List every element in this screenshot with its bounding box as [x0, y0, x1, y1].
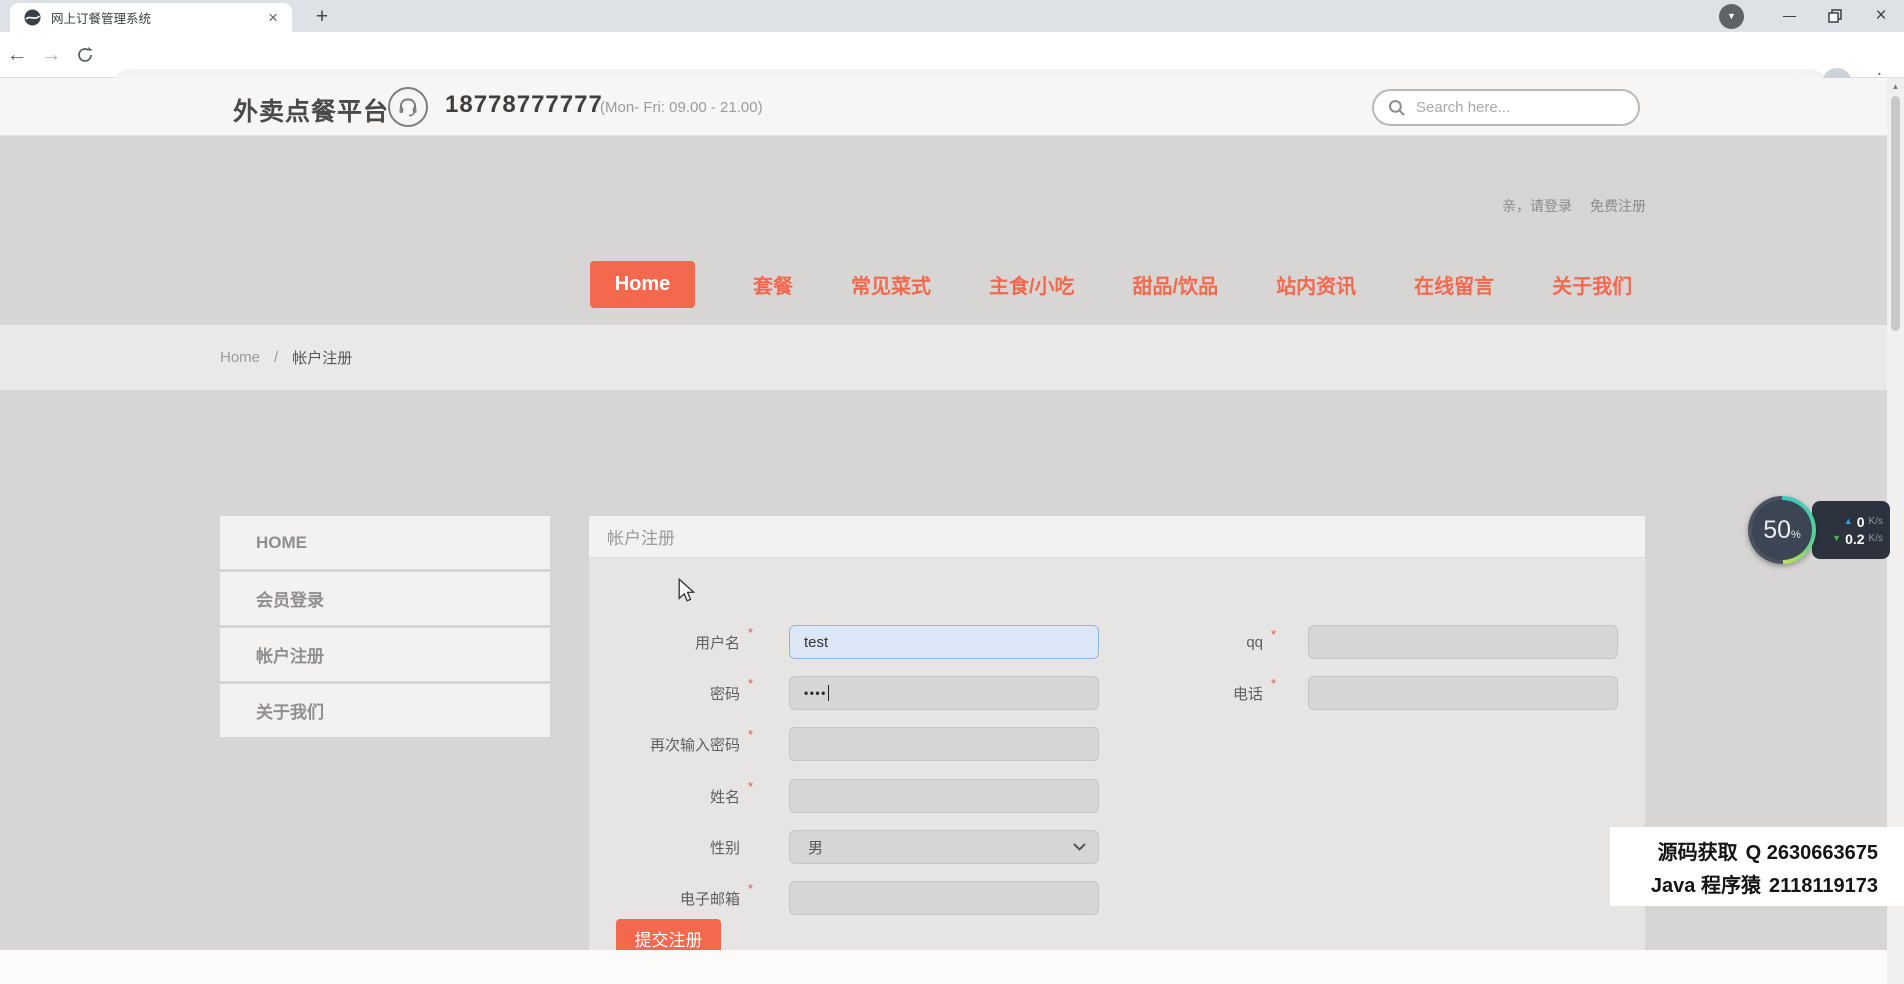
required-asterisk: * [1271, 627, 1276, 642]
form-row-email: 电子邮箱* [589, 881, 1099, 915]
phone-number: 18778777777 [445, 91, 603, 119]
telephone-input[interactable] [1308, 676, 1618, 710]
progress-ring[interactable]: 50 % [1748, 496, 1816, 564]
download-speed-row: ▼ 0.2 K/s [1812, 532, 1883, 546]
form-row-telephone: 电话* [1078, 676, 1618, 710]
text-caret [828, 685, 829, 701]
reload-button[interactable] [68, 46, 102, 64]
upload-speed-row: ▲ 0 K/s [1812, 515, 1883, 529]
upload-arrow-icon: ▲ [1844, 517, 1853, 526]
back-button[interactable]: ← [0, 43, 34, 67]
nav-item-combo[interactable]: 套餐 [753, 270, 793, 299]
nav-item-message-board[interactable]: 在线留言 [1414, 270, 1494, 299]
username-label: 用户名* [589, 632, 740, 653]
register-form-panel: 帐户注册 用户名* 密码* 再次输入密码* [589, 516, 1645, 982]
form-row-password: 密码* [589, 676, 1099, 710]
mouse-cursor [676, 578, 698, 602]
headset-icon [388, 87, 428, 127]
site-logo: 外卖点餐平台 [233, 92, 389, 128]
tab-title: 网上订餐管理系统 [51, 8, 264, 27]
watermark: 源码获取Q 2630663675 Java 程序猿2118119173 [1610, 827, 1904, 906]
form-row-qq: qq* [1078, 625, 1618, 659]
form-row-name: 姓名* [589, 779, 1099, 813]
breadcrumb-separator: / [274, 349, 278, 366]
name-label: 姓名* [589, 786, 740, 807]
form-title: 帐户注册 [589, 516, 1645, 558]
chevron-down-icon [1073, 843, 1086, 851]
login-link[interactable]: 亲，请登录 [1502, 196, 1572, 216]
password-label: 密码* [589, 683, 740, 704]
browser-tab[interactable]: 网上订餐管理系统 × [10, 3, 292, 32]
required-asterisk: * [748, 881, 753, 896]
restore-icon [1828, 9, 1842, 23]
speed-panel: ▲ 0 K/s ▼ 0.2 K/s [1812, 501, 1890, 559]
progress-percent: 50 [1763, 516, 1791, 545]
email-label: 电子邮箱* [589, 888, 740, 909]
sidebar-item-member-login[interactable]: 会员登录 [220, 572, 550, 625]
opening-hours: (Mon- Fri: 09.00 - 21.00) [600, 99, 763, 116]
page-footer-strip [0, 950, 1904, 984]
download-arrow-icon: ▼ [1832, 534, 1841, 543]
username-input[interactable] [789, 625, 1099, 659]
qq-label: qq* [1078, 634, 1263, 651]
nav-item-dessert-drinks[interactable]: 甜品/饮品 [1133, 270, 1219, 299]
nav-item-about-us[interactable]: 关于我们 [1552, 270, 1632, 299]
required-asterisk: * [1271, 676, 1276, 691]
minimize-button[interactable] [1766, 0, 1812, 32]
watermark-line1: 源码获取Q 2630663675 [1658, 836, 1878, 865]
browser-toolbar: ← → localhost:8080/Ordering/reg.jsp [0, 32, 1904, 78]
nav-item-site-news[interactable]: 站内资讯 [1276, 270, 1356, 299]
browser-update-icon[interactable]: ▼ [1719, 4, 1744, 29]
confirm-password-input[interactable] [789, 727, 1099, 761]
network-speed-widget[interactable]: ▲ 0 K/s ▼ 0.2 K/s 50 % [1748, 493, 1890, 567]
restore-button[interactable] [1812, 0, 1858, 32]
sidebar-item-home[interactable]: HOME [220, 516, 550, 569]
new-tab-button[interactable]: + [308, 4, 336, 30]
nav-item-common-dishes[interactable]: 常见菜式 [851, 270, 931, 299]
scrollbar-thumb[interactable] [1891, 96, 1900, 331]
required-asterisk: * [748, 727, 753, 742]
sidebar-item-about[interactable]: 关于我们 [220, 684, 550, 737]
forward-button[interactable]: → [34, 43, 68, 67]
telephone-label: 电话* [1078, 683, 1263, 704]
site-header: 外卖点餐平台 18778777777 (Mon- Fri: 09.00 - 21… [0, 78, 1904, 136]
form-row-username: 用户名* [589, 625, 1099, 659]
name-input[interactable] [789, 779, 1099, 813]
search-icon [1388, 99, 1406, 117]
window-controls: ▼ × [1719, 0, 1904, 32]
required-asterisk: * [748, 779, 753, 794]
required-asterisk: * [748, 676, 753, 691]
nav-item-home[interactable]: Home [590, 261, 695, 308]
tab-close-icon[interactable]: × [264, 7, 282, 28]
watermark-line2: Java 程序猿2118119173 [1651, 869, 1878, 898]
hero-band: 亲，请登录 免费注册 Home 套餐 常见菜式 主食/小吃 甜品/饮品 站内资讯… [0, 136, 1904, 325]
reload-icon [76, 46, 94, 64]
browser-titlebar: 网上订餐管理系统 × + ▼ × [0, 0, 1904, 32]
required-asterisk: * [748, 625, 753, 640]
globe-favicon-icon [24, 9, 41, 26]
scroll-up-arrow[interactable]: ▲ [1887, 78, 1904, 94]
user-links: 亲，请登录 免费注册 [1502, 196, 1646, 216]
breadcrumb: Home / 帐户注册 [0, 325, 1904, 390]
gender-label: 性别* [589, 837, 740, 858]
main-nav: Home 套餐 常见菜式 主食/小吃 甜品/饮品 站内资讯 在线留言 关于我们 [590, 261, 1632, 308]
form-row-gender: 性别* 男 [589, 830, 1099, 864]
form-row-confirm-password: 再次输入密码* [589, 727, 1099, 761]
search-input[interactable] [1416, 99, 1616, 116]
sidebar: HOME 会员登录 帐户注册 关于我们 [220, 516, 550, 740]
sidebar-item-register[interactable]: 帐户注册 [220, 628, 550, 681]
password-input[interactable] [789, 676, 1099, 710]
search-box[interactable] [1372, 89, 1640, 126]
breadcrumb-current: 帐户注册 [292, 347, 352, 368]
confirm-password-label: 再次输入密码* [589, 734, 740, 755]
browser-window: 网上订餐管理系统 × + ▼ × ← → [0, 0, 1904, 984]
nav-item-staple-snacks[interactable]: 主食/小吃 [989, 270, 1075, 299]
breadcrumb-home[interactable]: Home [220, 349, 260, 366]
gender-select[interactable]: 男 [789, 830, 1099, 864]
email-input[interactable] [789, 881, 1099, 915]
close-button[interactable]: × [1858, 0, 1904, 32]
register-link[interactable]: 免费注册 [1590, 196, 1646, 216]
qq-input[interactable] [1308, 625, 1618, 659]
register-form: 用户名* 密码* 再次输入密码* 姓名* [589, 558, 1645, 982]
